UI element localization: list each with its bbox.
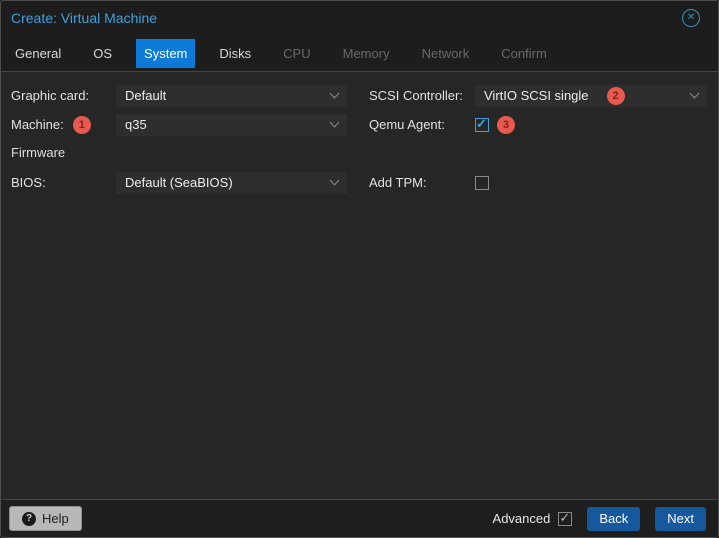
next-button[interactable]: Next (655, 506, 706, 531)
chevron-down-icon (329, 175, 340, 186)
bios-value: Default (SeaBIOS) (125, 175, 233, 190)
tab-memory: Memory (342, 45, 390, 61)
right-spacer-row (369, 139, 707, 165)
form-column-right: SCSI Controller: VirtIO SCSI single 2 Qe… (369, 81, 707, 197)
graphic-card-label: Graphic card: (11, 88, 90, 103)
advanced-label: Advanced (492, 511, 551, 526)
machine-value: q35 (125, 117, 147, 132)
tab-os[interactable]: OS (85, 39, 120, 68)
tab-general[interactable]: General (7, 39, 69, 68)
close-icon[interactable]: ✕ (682, 9, 700, 27)
tab-system[interactable]: System (136, 38, 196, 68)
help-button-label: Help (42, 511, 69, 526)
machine-label-wrap: Machine: 1 (11, 115, 116, 134)
graphic-card-select[interactable]: Default (116, 84, 347, 107)
bios-label: BIOS: (11, 175, 46, 190)
advanced-checkbox[interactable] (558, 510, 573, 526)
add-tpm-label: Add TPM: (369, 175, 427, 190)
back-button[interactable]: Back (587, 506, 641, 531)
tab-cpu: CPU (283, 45, 311, 61)
tab-network: Network (421, 45, 470, 61)
form-column-left: Graphic card: Default Machine: 1 q35 Fir… (11, 81, 347, 197)
qemu-agent-checkbox[interactable] (475, 116, 489, 132)
scsi-controller-value: VirtIO SCSI single (484, 88, 589, 103)
machine-label: Machine: (11, 117, 64, 132)
form-body: Graphic card: Default Machine: 1 q35 Fir… (1, 72, 718, 499)
step-badge-1: 1 (72, 115, 91, 134)
footer-actions: Advanced Back Next (492, 506, 706, 531)
chevron-down-icon (329, 88, 340, 99)
dialog-title: Create: Virtual Machine (11, 10, 158, 26)
question-mark-icon: ? (22, 511, 36, 526)
create-vm-dialog: Create: Virtual Machine ✕ General OS Sys… (0, 0, 719, 538)
chevron-down-icon (329, 117, 340, 128)
scsi-controller-label: SCSI Controller: (369, 88, 463, 103)
bios-row: BIOS: Default (SeaBIOS) (11, 168, 347, 197)
add-tpm-checkbox[interactable] (475, 175, 489, 190)
scsi-controller-select[interactable]: VirtIO SCSI single 2 (475, 84, 707, 107)
step-badge-2: 2 (606, 86, 625, 105)
step-badge-3: 3 (497, 115, 515, 134)
firmware-section-row: Firmware (11, 139, 347, 165)
scsi-controller-row: SCSI Controller: VirtIO SCSI single 2 (369, 81, 707, 110)
wizard-tabbar: General OS System Disks CPU Memory Netwo… (1, 35, 718, 72)
tab-confirm: Confirm (501, 45, 547, 61)
qemu-agent-label: Qemu Agent: (369, 117, 445, 132)
help-button[interactable]: ? Help (9, 506, 82, 531)
add-tpm-row: Add TPM: (369, 168, 707, 197)
machine-row: Machine: 1 q35 (11, 110, 347, 139)
bios-select[interactable]: Default (SeaBIOS) (116, 171, 347, 194)
dialog-footer: ? Help Advanced Back Next (1, 499, 718, 537)
graphic-card-value: Default (125, 88, 167, 103)
dialog-header: Create: Virtual Machine ✕ (1, 1, 718, 35)
tab-disks[interactable]: Disks (211, 39, 259, 68)
firmware-section-label: Firmware (11, 144, 66, 160)
machine-select[interactable]: q35 (116, 113, 347, 136)
qemu-agent-row: Qemu Agent: 3 (369, 110, 707, 139)
chevron-down-icon (689, 88, 700, 99)
graphic-card-row: Graphic card: Default (11, 81, 347, 110)
